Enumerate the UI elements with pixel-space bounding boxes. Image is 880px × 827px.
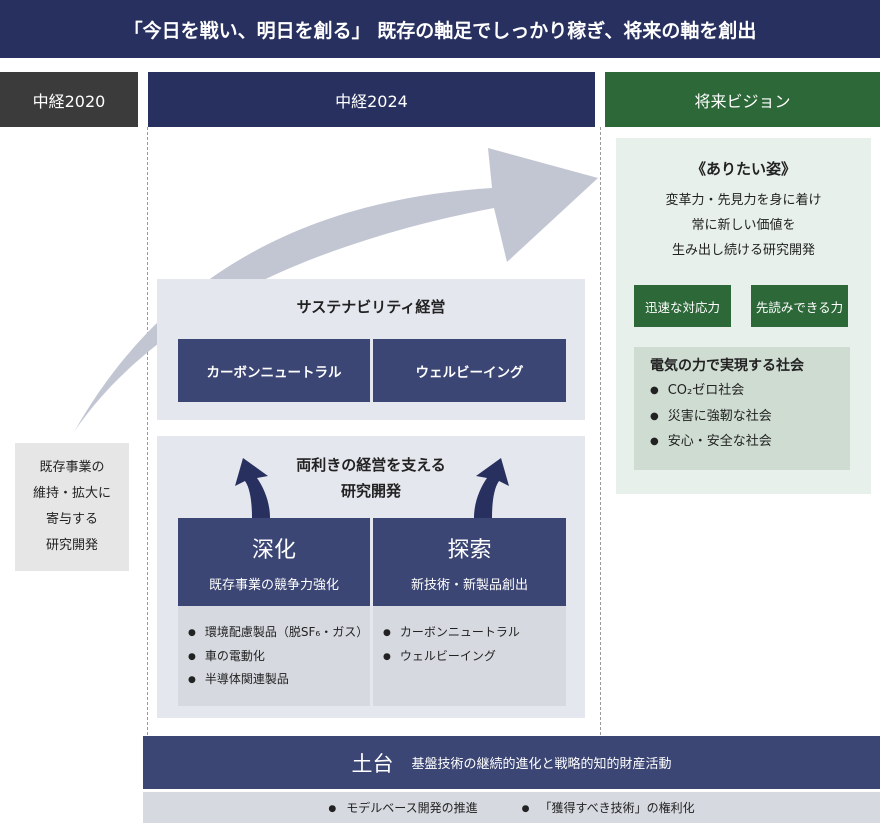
foundation-description: 基盤技術の継続的進化と戦略的知的財産活動 [411, 757, 672, 772]
agility-label: 迅速な対応力 [644, 299, 720, 315]
sustainability-title: サステナビリティ経営 [296, 298, 446, 316]
exploration-title: 探索 [447, 537, 492, 563]
foundation-title: 土台 [351, 751, 394, 776]
wellbeing-box: ウェルビーイング [373, 339, 566, 402]
exploration-list: カーボンニュートラル ウェルビーイング [373, 606, 566, 706]
existing-line-1: 既存事業の [39, 460, 105, 475]
list-item: CO₂ゼロ社会 [650, 379, 850, 405]
carbon-neutral-label: カーボンニュートラル [206, 364, 342, 381]
vision-desc-line-2: 常に新しい価値を [691, 218, 796, 233]
society-title: 電気の力で実現する社会 [650, 358, 804, 374]
list-item: 車の電動化 [188, 646, 370, 670]
agility-box: 迅速な対応力 [634, 285, 731, 327]
vision-description: 変革力・先見力を身に着け 常に新しい価値を 生み出し続ける研究開発 [616, 188, 871, 263]
ambidextrous-title-line-2: 研究開発 [340, 482, 401, 500]
deepening-box: 深化 既存事業の競争力強化 [178, 518, 370, 606]
existing-line-4: 研究開発 [45, 538, 98, 553]
list-item: 半導体関連製品 [188, 669, 370, 693]
deepening-subtitle: 既存事業の競争力強化 [208, 577, 339, 593]
list-item: 災害に強靭な社会 [650, 405, 850, 431]
foundation-bar: 土台 基盤技術の継続的進化と戦略的知的財産活動 [143, 736, 880, 789]
vision-title: 《ありたい姿》 [690, 160, 796, 178]
list-item: 環境配慮製品（脱SF₆・ガス） [188, 622, 370, 646]
list-item: 安心・安全な社会 [650, 430, 850, 456]
list-item: カーボンニュートラル [383, 622, 566, 646]
carbon-neutral-box: カーボンニュートラル [178, 339, 370, 402]
foresight-box: 先読みできる力 [751, 285, 848, 327]
existing-business-rd-box: 既存事業の 維持・拡大に 寄与する 研究開発 [15, 443, 129, 571]
society-box: 電気の力で実現する社会 CO₂ゼロ社会 災害に強靭な社会 安心・安全な社会 [634, 347, 850, 470]
existing-line-2: 維持・拡大に [32, 486, 111, 501]
list-item: ウェルビーイング [383, 646, 566, 670]
vision-desc-line-3: 生み出し続ける研究開発 [671, 243, 815, 258]
ambidextrous-title: 両利きの経営を支える 研究開発 [157, 452, 585, 504]
wellbeing-label: ウェルビーイング [415, 364, 524, 381]
vision-desc-line-1: 変革力・先見力を身に着け [665, 193, 822, 208]
exploration-subtitle: 新技術・新製品創出 [410, 577, 528, 593]
list-item: モデルベース開発の推進 [328, 799, 477, 816]
curved-arrow-right-icon [474, 458, 509, 518]
list-item: 「獲得すべき技術」の権利化 [522, 799, 694, 816]
foundation-list: モデルベース開発の推進 「獲得すべき技術」の権利化 [143, 792, 880, 823]
existing-line-3: 寄与する [45, 512, 98, 527]
deepening-list: 環境配慮製品（脱SF₆・ガス） 車の電動化 半導体関連製品 [178, 606, 370, 706]
exploration-box: 探索 新技術・新製品創出 [373, 518, 566, 606]
deepening-title: 深化 [251, 537, 296, 563]
foresight-label: 先読みできる力 [755, 299, 844, 315]
ambidextrous-title-line-1: 両利きの経営を支える [296, 456, 446, 474]
curved-arrow-left-icon [235, 458, 270, 518]
